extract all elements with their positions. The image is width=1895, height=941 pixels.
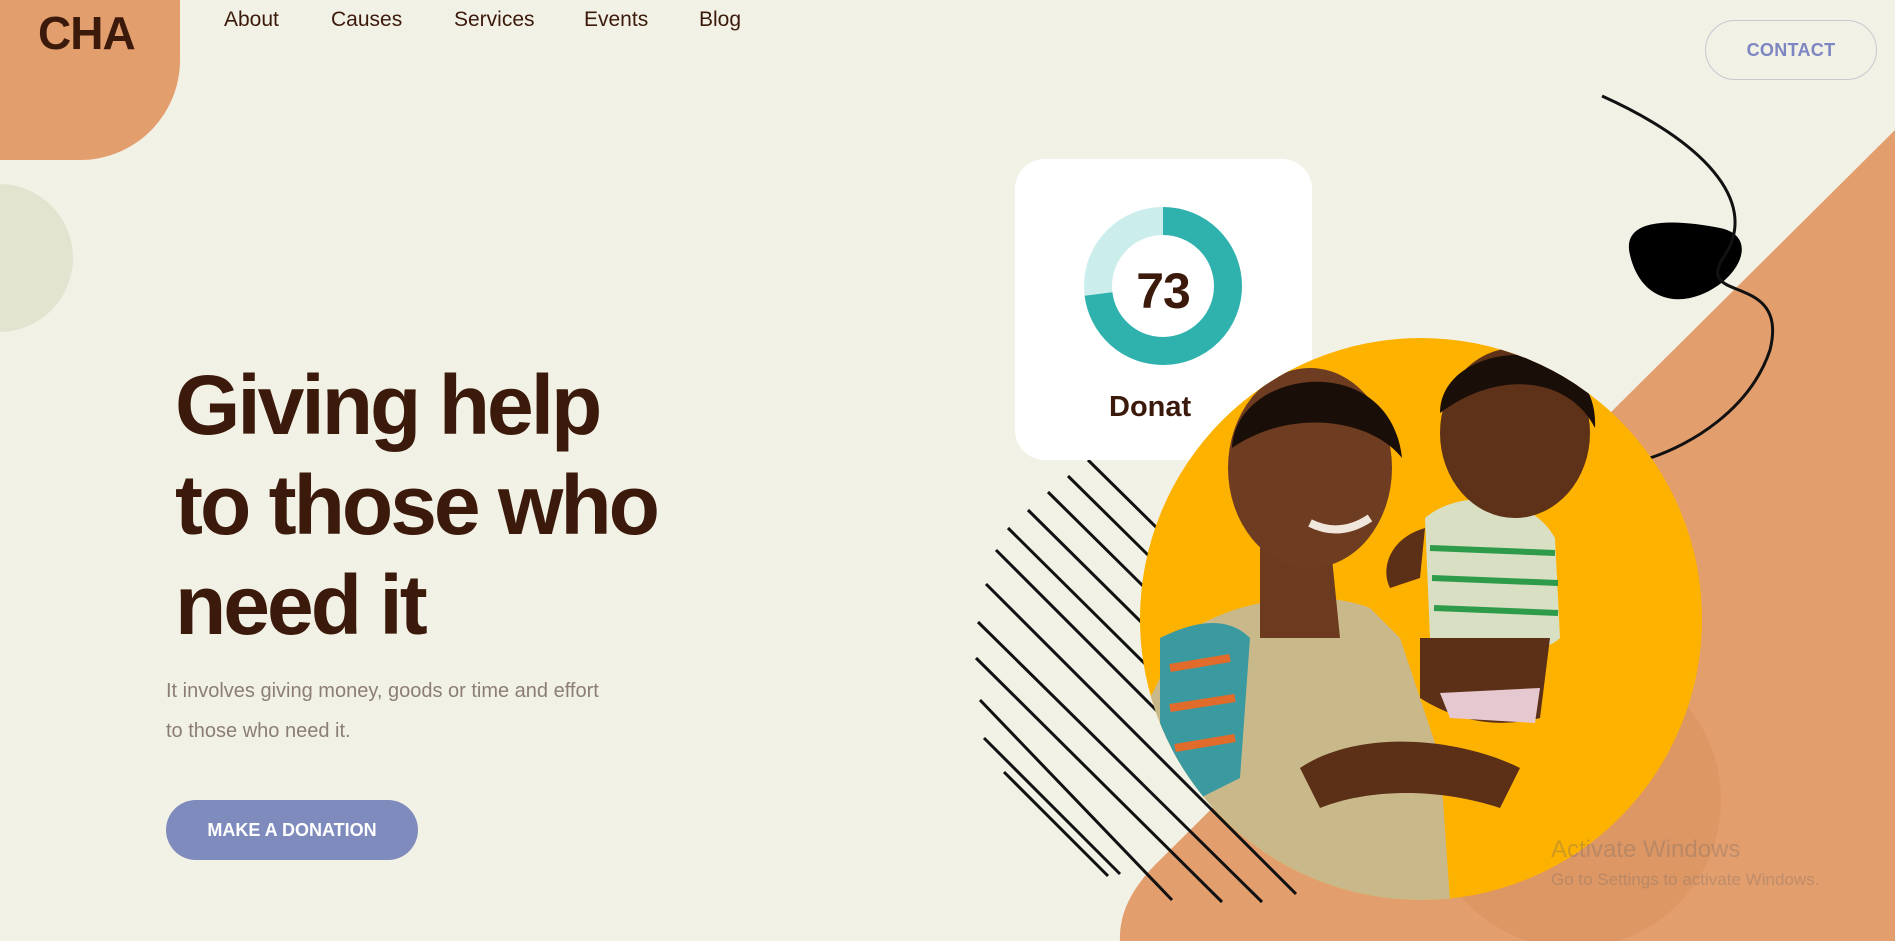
site-logo[interactable]: CHA <box>38 6 136 60</box>
mother-and-child-photo <box>1140 348 1596 900</box>
nav-item-events[interactable]: Events <box>584 8 648 32</box>
photo-circle <box>1140 338 1702 900</box>
nav-item-services[interactable]: Services <box>454 8 535 32</box>
hero-title: Giving help to those who need it <box>175 355 775 655</box>
contact-button[interactable]: CONTACT <box>1705 20 1877 80</box>
make-donation-button[interactable]: MAKE A DONATION <box>166 800 418 860</box>
activate-windows-subtitle: Go to Settings to activate Windows. <box>1551 870 1820 889</box>
hero-title-line: need it <box>175 558 428 652</box>
hero-subtitle: It involves giving money, goods or time … <box>166 671 646 751</box>
hero-title-line: Giving help <box>175 358 602 452</box>
nav-item-blog[interactable]: Blog <box>699 8 741 32</box>
nav-item-causes[interactable]: Causes <box>331 8 402 32</box>
nav-item-about[interactable]: About <box>224 8 279 32</box>
activate-windows-title: Activate Windows <box>1551 836 1741 863</box>
hero-subtitle-line: It involves giving money, goods or time … <box>166 680 599 702</box>
hero-subtitle-line: to those who need it. <box>166 720 351 742</box>
hero-title-line: to those who <box>175 458 660 552</box>
